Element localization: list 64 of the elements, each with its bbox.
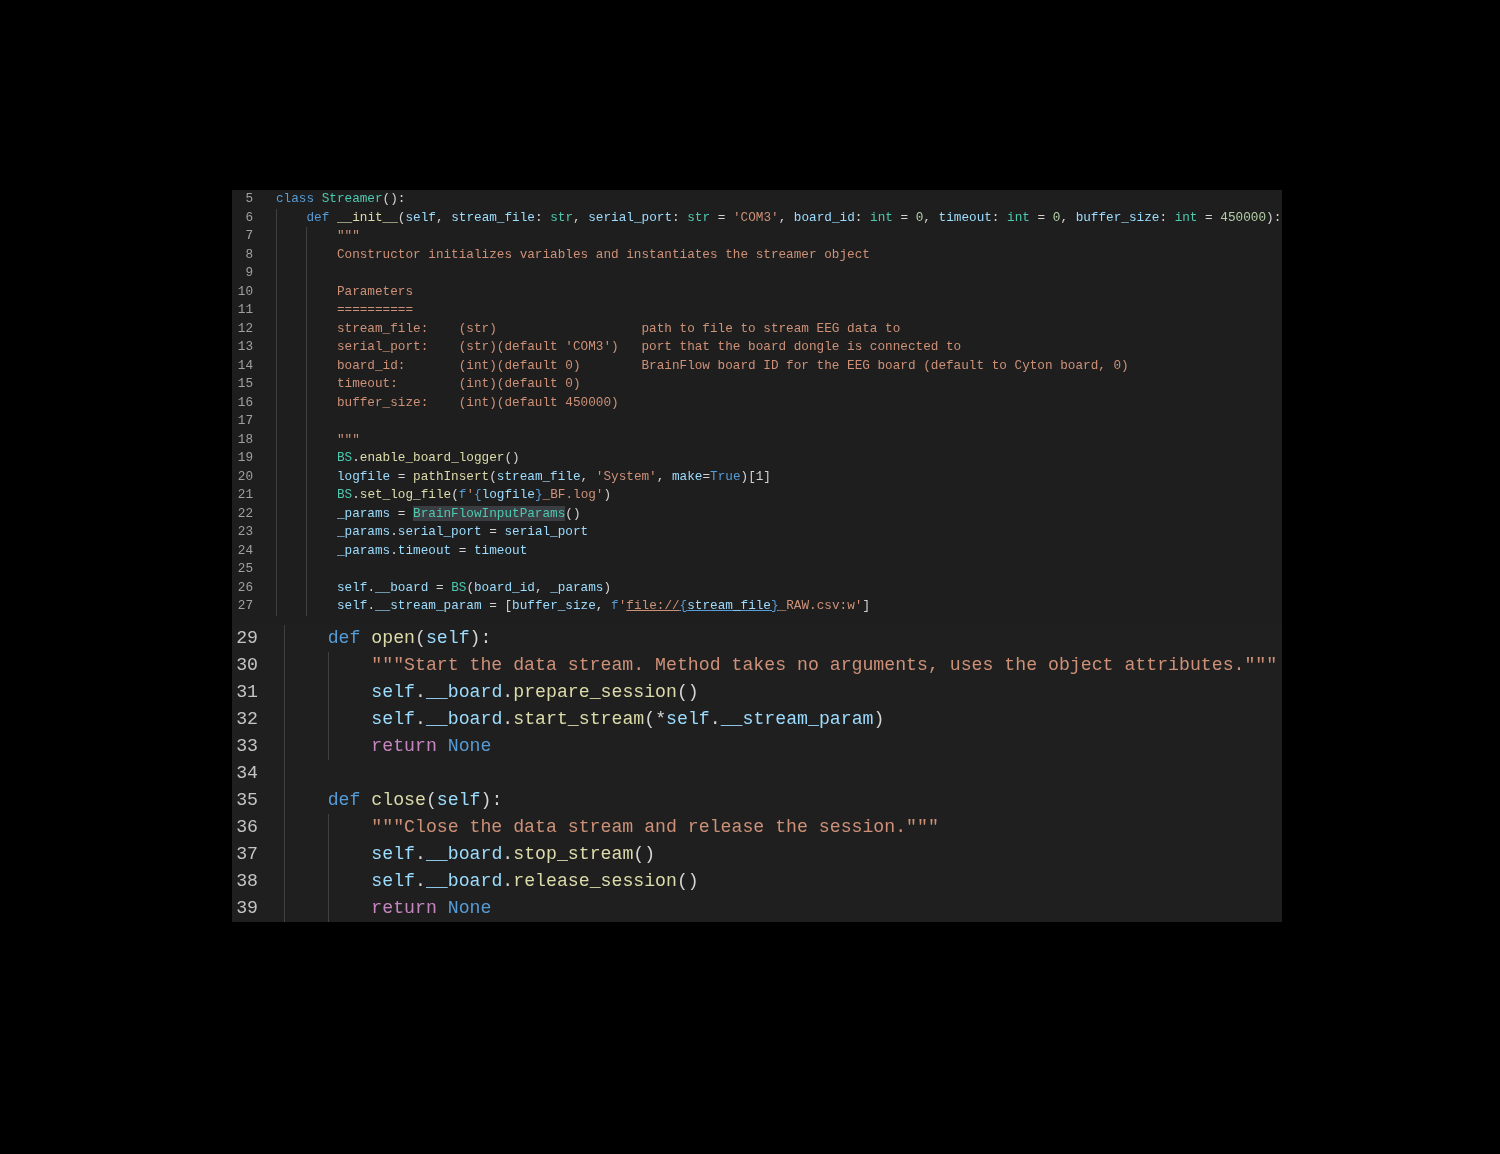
line-number: 22 bbox=[236, 504, 254, 523]
code-line: """ bbox=[336, 227, 360, 245]
code-line: """Start the data stream. Method takes no arguments, uses the object attributes.""" bbox=[371, 653, 1278, 677]
line-number: 25 bbox=[236, 560, 254, 578]
line-number: 8 bbox=[244, 245, 254, 264]
code-line: self.__board = BS(board_id, _params) bbox=[336, 578, 612, 597]
line-number: 5 bbox=[244, 190, 254, 208]
line-number: 10 bbox=[236, 282, 254, 301]
line-number: 20 bbox=[236, 467, 254, 486]
line-number: 12 bbox=[236, 319, 254, 338]
code-line: def close(self): bbox=[327, 788, 503, 812]
code-line: """ bbox=[336, 430, 360, 449]
code-line: self.__stream_param = [buffer_size, f'file://{stream_file}_RAW.csv:w'] bbox=[336, 597, 870, 615]
code-line: self.__board.stop_stream() bbox=[371, 842, 656, 866]
code-line: logfile = pathInsert(stream_file, 'System', make=True)[1] bbox=[336, 467, 771, 486]
line-number: 11 bbox=[236, 301, 254, 319]
code-line: def open(self): bbox=[327, 626, 492, 650]
code-line: Parameters bbox=[336, 282, 414, 301]
code-line: buffer_size: (int)(default 450000) bbox=[336, 393, 619, 412]
line-number: 30 bbox=[235, 653, 259, 677]
line-number: 36 bbox=[235, 815, 259, 839]
line-number: 9 bbox=[244, 264, 254, 282]
code-line: return None bbox=[371, 896, 492, 920]
code-line: board_id: (int)(default 0) BrainFlow board ID for the EEG board (default to Cyton board, 0) bbox=[336, 356, 1129, 375]
line-number: 18 bbox=[236, 430, 254, 449]
line-number: 6 bbox=[244, 208, 254, 227]
line-number: 14 bbox=[236, 356, 254, 375]
code-line: _params.timeout = timeout bbox=[336, 541, 528, 560]
line-number: 15 bbox=[236, 375, 254, 393]
line-number: 29 bbox=[235, 626, 259, 650]
code-line: _params = BrainFlowInputParams() bbox=[336, 504, 581, 523]
line-number: 7 bbox=[244, 227, 254, 245]
line-number: 34 bbox=[235, 761, 259, 785]
line-number: 33 bbox=[235, 734, 259, 758]
code-line: class Streamer(): bbox=[276, 190, 406, 208]
line-number: 39 bbox=[235, 896, 259, 920]
code-line: self.__board.prepare_session() bbox=[371, 680, 699, 704]
line-number: 38 bbox=[235, 869, 259, 893]
code-line: ========== bbox=[336, 301, 414, 319]
line-number: 32 bbox=[235, 707, 259, 731]
code-line: serial_port: (str)(default 'COM3') port that the board dongle is connected to bbox=[336, 338, 962, 356]
code-line: BS.set_log_file(f'{logfile}_BF.log') bbox=[336, 486, 612, 504]
code-line: def __init__(self, stream_file: str, serial_port: str = 'COM3', board_id: int = 0, timeout: int = 0, buffer_size: int = 450000): bbox=[306, 208, 1282, 227]
line-number: 27 bbox=[236, 597, 254, 615]
line-number: 37 bbox=[235, 842, 259, 866]
code-line: _params.serial_port = serial_port bbox=[336, 523, 589, 541]
line-number: 35 bbox=[235, 788, 259, 812]
code-line: """Close the data stream and release the session.""" bbox=[371, 815, 939, 839]
code-line: self.__board.release_session() bbox=[371, 869, 699, 893]
code-line: timeout: (int)(default 0) bbox=[336, 375, 581, 393]
code-line: Constructor initializes variables and instantiates the streamer object bbox=[336, 245, 870, 264]
line-number: 26 bbox=[236, 578, 254, 597]
code-line: return None bbox=[371, 734, 492, 758]
line-number: 31 bbox=[235, 680, 259, 704]
line-number: 13 bbox=[236, 338, 254, 356]
line-number: 19 bbox=[236, 449, 254, 467]
code-line: BS.enable_board_logger() bbox=[336, 449, 520, 467]
line-number: 23 bbox=[236, 523, 254, 541]
code-line: self.__board.start_stream(*self.__stream_param) bbox=[371, 707, 885, 731]
line-number: 24 bbox=[236, 541, 254, 560]
line-number: 21 bbox=[236, 486, 254, 504]
line-number: 17 bbox=[236, 412, 254, 430]
line-number: 16 bbox=[236, 393, 254, 412]
code-line: stream_file: (str) path to file to stream EEG data to bbox=[336, 319, 901, 338]
